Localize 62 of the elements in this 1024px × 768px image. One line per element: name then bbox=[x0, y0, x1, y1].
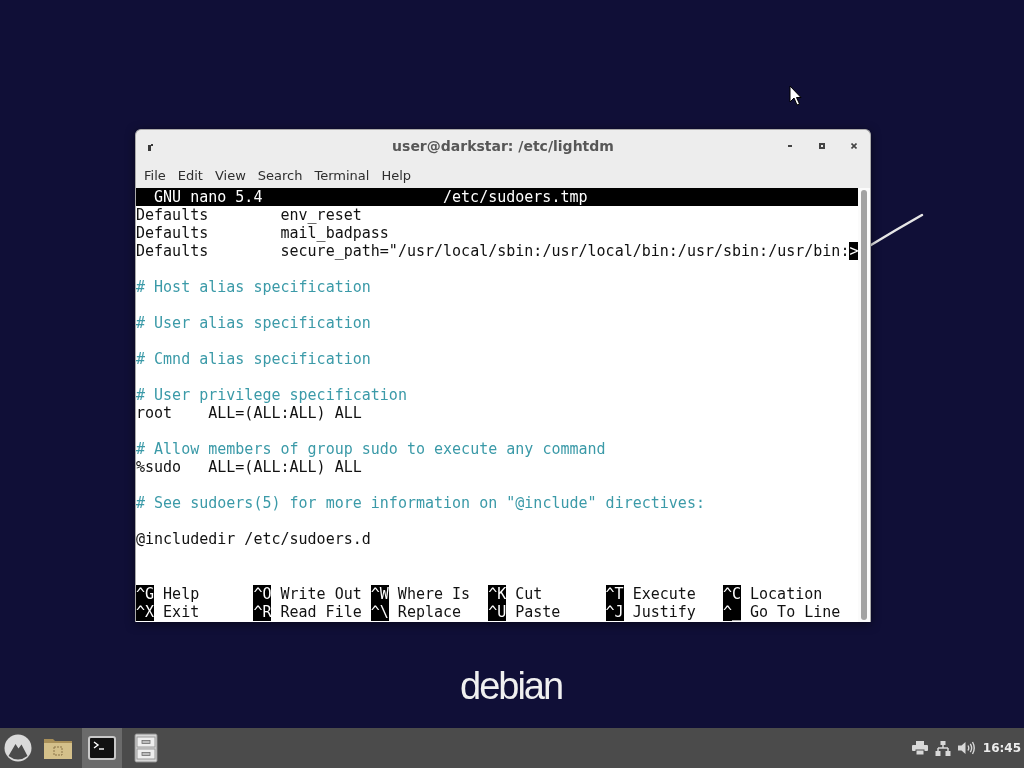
menu-item[interactable]: Help bbox=[375, 164, 418, 186]
menu-item[interactable]: View bbox=[208, 164, 252, 186]
overflow-marker: > bbox=[849, 242, 859, 260]
printer-icon[interactable] bbox=[911, 741, 928, 755]
shortcut-label: Where Is bbox=[397, 585, 471, 603]
volume-icon[interactable] bbox=[957, 741, 975, 755]
shortcut-label: Write Out bbox=[280, 585, 362, 603]
mouse-pointer-icon bbox=[789, 85, 802, 106]
wallpaper-logo: debian bbox=[460, 667, 563, 705]
menu-item[interactable]: Edit bbox=[171, 164, 209, 186]
shortcut-key: ^C bbox=[722, 585, 741, 603]
shortcut-key: ^U bbox=[488, 603, 507, 621]
code-comment: # User privilege specification bbox=[136, 386, 407, 404]
code-line: Defaults mail_badpass bbox=[136, 224, 389, 242]
menu-item[interactable]: Terminal bbox=[308, 164, 376, 186]
shortcut-key: ^O bbox=[253, 585, 272, 603]
code-comment: # Cmnd alias specification bbox=[136, 350, 371, 368]
network-icon[interactable] bbox=[934, 740, 951, 756]
close-icon bbox=[851, 143, 857, 149]
shortcut-label: Help bbox=[163, 585, 200, 603]
shortcut-label: Exit bbox=[163, 603, 200, 621]
shortcut-label: Read File bbox=[280, 603, 362, 621]
menu-item[interactable]: Search bbox=[251, 164, 309, 186]
code-comment: # User alias specification bbox=[136, 314, 371, 332]
code-line: Defaults env_reset bbox=[136, 206, 362, 224]
terminal-icon bbox=[88, 736, 116, 760]
shortcut-key: ^R bbox=[253, 603, 272, 621]
shortcut-key: ^X bbox=[136, 603, 155, 621]
window-title: user@darkstar: /etc/lightdm bbox=[392, 138, 614, 154]
shortcut-key: ^_ bbox=[722, 603, 741, 621]
minimize-icon bbox=[788, 145, 792, 147]
scrollbar-thumb[interactable] bbox=[861, 190, 868, 620]
editor-version: GNU nano 5.4 bbox=[154, 188, 263, 206]
file-cabinet-icon bbox=[134, 733, 158, 763]
shortcut-label: Paste bbox=[515, 603, 561, 621]
taskbar-launcher[interactable] bbox=[82, 728, 122, 768]
shortcut-label: Location bbox=[750, 585, 823, 603]
code-line: @includedir /etc/sudoers.d bbox=[136, 530, 371, 548]
code-comment: # See sudoers(5) for more information on "@include" directives: bbox=[136, 494, 705, 512]
mountain-logo-icon bbox=[4, 734, 32, 762]
shortcut-label: Execute bbox=[632, 585, 696, 603]
folder-icon bbox=[43, 736, 73, 760]
code-comment: # Allow members of group sudo to execute any command bbox=[136, 440, 606, 458]
maximize-icon bbox=[819, 143, 825, 149]
shortcut-label: Replace bbox=[397, 603, 462, 621]
code-line: %sudo ALL=(ALL:ALL) ALL bbox=[136, 458, 362, 476]
file-name: /etc/sudoers.tmp bbox=[443, 188, 588, 206]
code-line: Defaults secure_path="/usr/local/sbin:/usr/local/bin:/usr/sbin:/usr/bin: bbox=[136, 242, 850, 260]
code-comment: # Host alias specification bbox=[136, 278, 371, 296]
app-menu-icon[interactable] bbox=[148, 143, 153, 152]
shortcut-key: ^W bbox=[370, 585, 389, 603]
shortcut-key: ^J bbox=[605, 603, 624, 621]
code-line: root ALL=(ALL:ALL) ALL bbox=[136, 404, 362, 422]
clock[interactable]: 16:45 bbox=[982, 741, 1021, 755]
menu-item[interactable]: File bbox=[138, 164, 172, 186]
shortcut-key: ^T bbox=[605, 585, 624, 603]
shortcut-key: ^\ bbox=[370, 603, 389, 621]
shortcut-label: Go To Line bbox=[750, 603, 841, 621]
shortcut-label: Justify bbox=[632, 603, 696, 621]
shortcut-label: Cut bbox=[515, 585, 543, 603]
shortcut-key: ^K bbox=[488, 585, 507, 603]
shortcut-key: ^G bbox=[136, 585, 155, 603]
